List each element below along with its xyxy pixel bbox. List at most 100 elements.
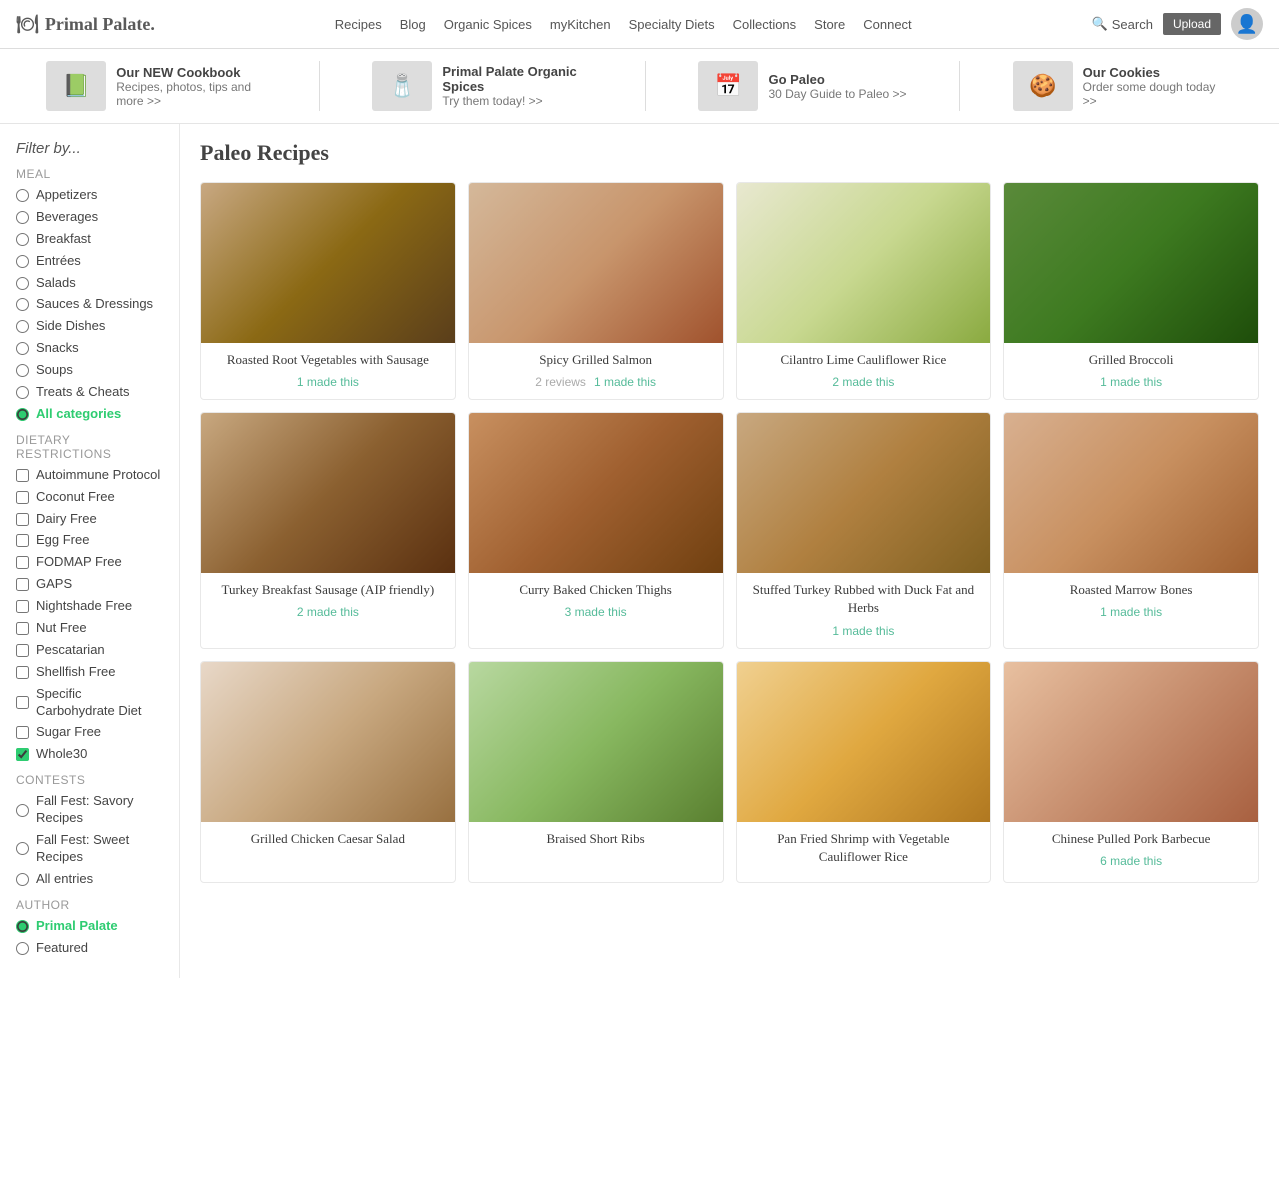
meal-filter-treats[interactable]: Treats & Cheats xyxy=(16,384,163,401)
dietary-filter-nightshade-free[interactable]: Nightshade Free xyxy=(16,598,163,615)
nav-item-store[interactable]: Store xyxy=(814,17,845,32)
meal-radio-salads[interactable] xyxy=(16,277,29,290)
author-filter-featured[interactable]: Featured xyxy=(16,940,163,957)
recipe-card[interactable]: Roasted Root Vegetables with Sausage 1 m… xyxy=(200,182,456,400)
meal-filter-breakfast[interactable]: Breakfast xyxy=(16,231,163,248)
meal-filter-entrees[interactable]: Entrées xyxy=(16,253,163,270)
search-label: Search xyxy=(1112,17,1153,32)
nav-item-specialty-diets[interactable]: Specialty Diets xyxy=(629,17,715,32)
site-logo[interactable]: 🍽 Primal Palate. xyxy=(16,14,155,35)
dietary-checkbox-sugar-free[interactable] xyxy=(16,726,29,739)
meal-filter-side-dishes[interactable]: Side Dishes xyxy=(16,318,163,335)
recipe-card[interactable]: Braised Short Ribs xyxy=(468,661,724,883)
dietary-label-pescatarian: Pescatarian xyxy=(36,642,105,659)
author-radio-featured[interactable] xyxy=(16,942,29,955)
meal-radio-breakfast[interactable] xyxy=(16,233,29,246)
nav-item-connect[interactable]: Connect xyxy=(863,17,911,32)
meal-radio-snacks[interactable] xyxy=(16,342,29,355)
meal-radio-appetizers[interactable] xyxy=(16,189,29,202)
dietary-checkbox-autoimmune[interactable] xyxy=(16,469,29,482)
dietary-checkbox-gaps[interactable] xyxy=(16,578,29,591)
meal-filter-salads[interactable]: Salads xyxy=(16,275,163,292)
dietary-checkbox-egg-free[interactable] xyxy=(16,534,29,547)
dietary-checkbox-fodmap-free[interactable] xyxy=(16,556,29,569)
meal-radio-soups[interactable] xyxy=(16,364,29,377)
dietary-filter-dairy-free[interactable]: Dairy Free xyxy=(16,511,163,528)
nav-item-organic-spices[interactable]: Organic Spices xyxy=(444,17,532,32)
recipe-card[interactable]: Curry Baked Chicken Thighs 3 made this xyxy=(468,412,724,648)
meal-radio-side-dishes[interactable] xyxy=(16,320,29,333)
contest-filter-fall-savory[interactable]: Fall Fest: Savory Recipes xyxy=(16,793,163,827)
dietary-filter-autoimmune[interactable]: Autoimmune Protocol xyxy=(16,467,163,484)
dietary-checkbox-pescatarian[interactable] xyxy=(16,644,29,657)
meal-radio-sauces[interactable] xyxy=(16,298,29,311)
recipe-card[interactable]: Cilantro Lime Cauliflower Rice 2 made th… xyxy=(736,182,992,400)
dietary-filter-shellfish-free[interactable]: Shellfish Free xyxy=(16,664,163,681)
recipe-card[interactable]: Turkey Breakfast Sausage (AIP friendly) … xyxy=(200,412,456,648)
upload-button[interactable]: Upload xyxy=(1163,13,1221,35)
dietary-filter-scd[interactable]: Specific Carbohydrate Diet xyxy=(16,686,163,720)
recipe-card[interactable]: Stuffed Turkey Rubbed with Duck Fat and … xyxy=(736,412,992,648)
promo-text: Go Paleo 30 Day Guide to Paleo >> xyxy=(768,72,906,101)
dietary-filter-gaps[interactable]: GAPS xyxy=(16,576,163,593)
dietary-checkbox-nightshade-free[interactable] xyxy=(16,600,29,613)
meal-filter-sauces[interactable]: Sauces & Dressings xyxy=(16,296,163,313)
dietary-label-fodmap-free: FODMAP Free xyxy=(36,554,122,571)
dietary-label-egg-free: Egg Free xyxy=(36,532,89,549)
meal-filter-appetizers[interactable]: Appetizers xyxy=(16,187,163,204)
avatar[interactable]: 👤 xyxy=(1231,8,1263,40)
meal-filter-snacks[interactable]: Snacks xyxy=(16,340,163,357)
nav-item-collections[interactable]: Collections xyxy=(733,17,797,32)
promo-item[interactable]: 📗 Our NEW Cookbook Recipes, photos, tips… xyxy=(46,61,266,111)
recipe-meta: 2 made this xyxy=(747,375,981,389)
recipe-card[interactable]: Roasted Marrow Bones 1 made this xyxy=(1003,412,1259,648)
dietary-label-coconut-free: Coconut Free xyxy=(36,489,115,506)
dietary-filter-coconut-free[interactable]: Coconut Free xyxy=(16,489,163,506)
promo-icon: 🍪 xyxy=(1013,61,1073,111)
author-filter-primal-palate[interactable]: Primal Palate xyxy=(16,918,163,935)
meal-radio-treats[interactable] xyxy=(16,386,29,399)
nav-item-recipes[interactable]: Recipes xyxy=(335,17,382,32)
recipe-name: Braised Short Ribs xyxy=(479,830,713,848)
meal-filter-beverages[interactable]: Beverages xyxy=(16,209,163,226)
dietary-filter-pescatarian[interactable]: Pescatarian xyxy=(16,642,163,659)
dietary-filter-fodmap-free[interactable]: FODMAP Free xyxy=(16,554,163,571)
dietary-checkbox-coconut-free[interactable] xyxy=(16,491,29,504)
recipe-info: Curry Baked Chicken Thighs 3 made this xyxy=(469,573,723,629)
author-label-primal-palate: Primal Palate xyxy=(36,918,118,935)
contest-radio-fall-sweet[interactable] xyxy=(16,842,29,855)
promo-item[interactable]: 📅 Go Paleo 30 Day Guide to Paleo >> xyxy=(698,61,906,111)
contest-filter-fall-sweet[interactable]: Fall Fest: Sweet Recipes xyxy=(16,832,163,866)
contest-radio-fall-savory[interactable] xyxy=(16,804,29,817)
meal-radio-all-categories[interactable] xyxy=(16,408,29,421)
contest-radio-all-entries[interactable] xyxy=(16,873,29,886)
author-radio-primal-palate[interactable] xyxy=(16,920,29,933)
recipe-card[interactable]: Chinese Pulled Pork Barbecue 6 made this xyxy=(1003,661,1259,883)
dietary-checkbox-nut-free[interactable] xyxy=(16,622,29,635)
dietary-checkbox-scd[interactable] xyxy=(16,696,29,709)
contest-filter-all-entries[interactable]: All entries xyxy=(16,871,163,888)
dietary-filter-sugar-free[interactable]: Sugar Free xyxy=(16,724,163,741)
dietary-filter-egg-free[interactable]: Egg Free xyxy=(16,532,163,549)
promo-item[interactable]: 🧂 Primal Palate Organic Spices Try them … xyxy=(372,61,592,111)
meal-filter-all-categories[interactable]: All categories xyxy=(16,406,163,423)
meal-radio-beverages[interactable] xyxy=(16,211,29,224)
nav-item-blog[interactable]: Blog xyxy=(400,17,426,32)
dietary-checkbox-dairy-free[interactable] xyxy=(16,513,29,526)
dietary-checkbox-whole30[interactable] xyxy=(16,748,29,761)
promo-text: Our NEW Cookbook Recipes, photos, tips a… xyxy=(116,65,266,108)
nav-item-mykitchen[interactable]: myKitchen xyxy=(550,17,611,32)
dietary-filter-nut-free[interactable]: Nut Free xyxy=(16,620,163,637)
recipe-card[interactable]: Spicy Grilled Salmon 2 reviews1 made thi… xyxy=(468,182,724,400)
meal-label-breakfast: Breakfast xyxy=(36,231,91,248)
meal-filter-soups[interactable]: Soups xyxy=(16,362,163,379)
search-button[interactable]: 🔍 Search xyxy=(1092,16,1153,32)
dietary-filter-whole30[interactable]: Whole30 xyxy=(16,746,163,763)
promo-item[interactable]: 🍪 Our Cookies Order some dough today >> xyxy=(1013,61,1233,111)
recipe-card[interactable]: Grilled Broccoli 1 made this xyxy=(1003,182,1259,400)
recipe-image xyxy=(1004,662,1258,822)
recipe-card[interactable]: Pan Fried Shrimp with Vegetable Cauliflo… xyxy=(736,661,992,883)
meal-radio-entrees[interactable] xyxy=(16,255,29,268)
dietary-checkbox-shellfish-free[interactable] xyxy=(16,666,29,679)
recipe-card[interactable]: Grilled Chicken Caesar Salad xyxy=(200,661,456,883)
